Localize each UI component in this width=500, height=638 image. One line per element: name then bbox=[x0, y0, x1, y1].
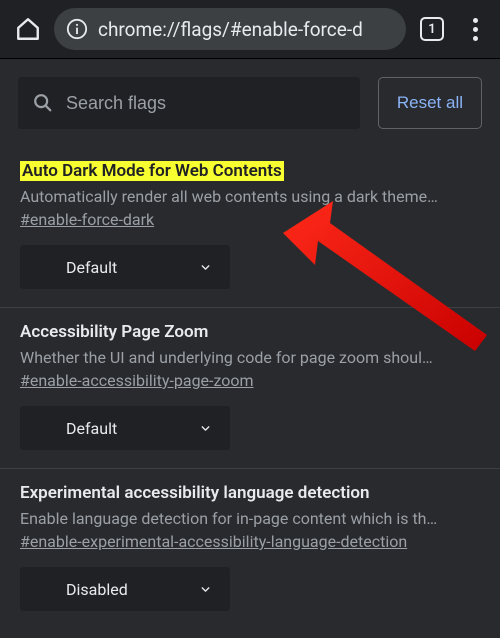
kebab-icon bbox=[473, 18, 478, 41]
url-text: chrome://flags/#enable-force-d bbox=[98, 18, 392, 41]
reset-all-button[interactable]: Reset all bbox=[378, 77, 482, 129]
chevron-down-icon bbox=[198, 421, 212, 435]
tab-switcher-button[interactable]: 1 bbox=[412, 9, 452, 49]
flag-state-dropdown[interactable]: Default bbox=[20, 406, 230, 450]
search-box[interactable] bbox=[18, 77, 360, 129]
flag-anchor-link[interactable]: #enable-accessibility-page-zoom bbox=[20, 371, 254, 390]
overflow-menu-button[interactable] bbox=[458, 9, 492, 49]
flag-item: Auto Dark Mode for Web Contents Automati… bbox=[0, 147, 500, 308]
flag-state-dropdown[interactable]: Default bbox=[20, 245, 230, 289]
flag-state-value: Default bbox=[66, 419, 117, 438]
chevron-down-icon bbox=[198, 582, 212, 596]
flag-title: Auto Dark Mode for Web Contents bbox=[20, 161, 284, 181]
browser-toolbar: chrome://flags/#enable-force-d 1 bbox=[0, 0, 500, 58]
flag-description: Whether the UI and underlying code for p… bbox=[20, 348, 480, 367]
flag-description: Automatically render all web contents us… bbox=[20, 187, 480, 206]
search-row: Reset all bbox=[0, 59, 500, 147]
info-icon bbox=[66, 18, 88, 40]
tab-count-box: 1 bbox=[420, 17, 444, 41]
flag-state-value: Disabled bbox=[66, 580, 128, 599]
search-icon bbox=[32, 92, 54, 114]
search-input[interactable] bbox=[66, 93, 346, 114]
flags-page: Reset all Auto Dark Mode for Web Content… bbox=[0, 59, 500, 638]
chevron-down-icon bbox=[198, 260, 212, 274]
flag-state-dropdown[interactable]: Disabled bbox=[20, 567, 230, 611]
home-button[interactable] bbox=[8, 9, 48, 49]
url-bar[interactable]: chrome://flags/#enable-force-d bbox=[54, 8, 406, 50]
flag-state-value: Default bbox=[66, 258, 117, 277]
flag-anchor-link[interactable]: #enable-force-dark bbox=[20, 210, 154, 229]
home-icon bbox=[15, 16, 41, 42]
flag-item: Accessibility Page Zoom Whether the UI a… bbox=[0, 308, 500, 469]
flag-title: Accessibility Page Zoom bbox=[20, 322, 208, 342]
flag-item: Experimental accessibility language dete… bbox=[0, 469, 500, 629]
flag-anchor-link[interactable]: #enable-experimental-accessibility-langu… bbox=[20, 532, 407, 551]
flag-title: Experimental accessibility language dete… bbox=[20, 483, 369, 503]
tab-count: 1 bbox=[428, 22, 435, 37]
flag-description: Enable language detection for in-page co… bbox=[20, 509, 480, 528]
